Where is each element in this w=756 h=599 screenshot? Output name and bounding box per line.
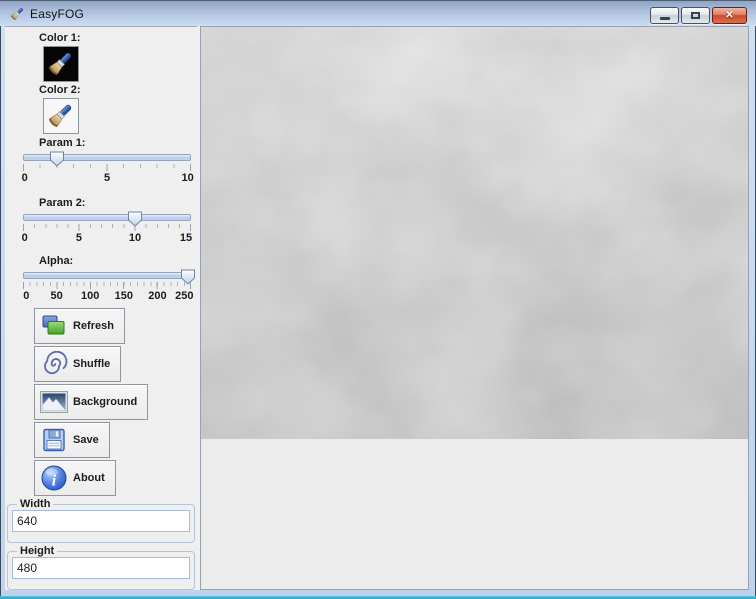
param2-slider[interactable]: 0 5 10 15 bbox=[23, 211, 191, 241]
background-icon bbox=[40, 391, 68, 413]
alpha-label: Alpha: bbox=[39, 255, 197, 268]
refresh-button[interactable]: Refresh bbox=[34, 308, 125, 344]
about-icon: i bbox=[40, 464, 68, 492]
color2-label: Color 2: bbox=[39, 84, 197, 97]
tick-label: 0 bbox=[22, 172, 28, 184]
app-brush-icon bbox=[9, 6, 25, 22]
maximize-icon bbox=[691, 12, 700, 19]
height-input[interactable] bbox=[12, 557, 190, 579]
tick-label: 0 bbox=[23, 290, 29, 302]
save-icon bbox=[40, 427, 68, 453]
save-button[interactable]: Save bbox=[34, 422, 110, 458]
shuffle-button-label: Shuffle bbox=[73, 358, 110, 370]
background-button-label: Background bbox=[73, 396, 137, 408]
shuffle-icon bbox=[40, 351, 68, 377]
alpha-slider[interactable]: 0 50 100 150 200 250 bbox=[23, 269, 191, 299]
param1-label: Param 1: bbox=[39, 137, 197, 150]
fog-image bbox=[201, 27, 748, 439]
refresh-button-label: Refresh bbox=[73, 320, 114, 332]
color1-label: Color 1: bbox=[39, 32, 197, 45]
preview-area bbox=[200, 26, 749, 590]
easyfog-window: EasyFOG ✕ Color 1: Color bbox=[0, 0, 756, 599]
tick-label: 200 bbox=[148, 290, 166, 302]
tick-label: 100 bbox=[81, 290, 99, 302]
slider-track[interactable] bbox=[23, 272, 191, 279]
tick-label: 0 bbox=[22, 232, 28, 244]
save-button-label: Save bbox=[73, 434, 99, 446]
tick-label: 10 bbox=[129, 232, 141, 244]
slider-track[interactable] bbox=[23, 214, 191, 221]
tick-label: 10 bbox=[182, 172, 194, 184]
height-group-title: Height bbox=[17, 545, 57, 557]
param2-label: Param 2: bbox=[39, 197, 197, 210]
color2-button[interactable] bbox=[43, 98, 79, 134]
shuffle-button[interactable]: Shuffle bbox=[34, 346, 121, 382]
height-group: Height bbox=[7, 545, 195, 590]
close-icon: ✕ bbox=[725, 11, 733, 21]
slider-thumb[interactable] bbox=[128, 211, 143, 227]
window-content: Color 1: Color 2: bbox=[5, 26, 749, 590]
width-group-title: Width bbox=[17, 498, 53, 510]
tick-label: 5 bbox=[104, 172, 110, 184]
refresh-icon bbox=[40, 313, 68, 339]
tick-label: 5 bbox=[76, 232, 82, 244]
tick-label: 15 bbox=[180, 232, 192, 244]
titlebar[interactable]: EasyFOG ✕ bbox=[0, 0, 756, 26]
slider-thumb[interactable] bbox=[49, 151, 64, 167]
sidebar: Color 1: Color 2: bbox=[5, 26, 197, 590]
window-controls: ✕ bbox=[650, 7, 747, 24]
about-button-label: About bbox=[73, 472, 105, 484]
tick-label: 150 bbox=[115, 290, 133, 302]
background-button[interactable]: Background bbox=[34, 384, 148, 420]
width-input[interactable] bbox=[12, 510, 190, 532]
paintbrush-icon bbox=[45, 49, 75, 79]
paintbrush-icon bbox=[45, 101, 75, 131]
close-button[interactable]: ✕ bbox=[712, 7, 747, 24]
svg-text:i: i bbox=[52, 473, 57, 490]
tick-label: 50 bbox=[50, 290, 62, 302]
slider-thumb[interactable] bbox=[180, 269, 195, 285]
color1-button[interactable] bbox=[43, 46, 79, 82]
width-group: Width bbox=[7, 498, 195, 543]
param1-slider[interactable]: 0 5 10 bbox=[23, 151, 191, 181]
minimize-button[interactable] bbox=[650, 7, 679, 24]
maximize-button[interactable] bbox=[681, 7, 710, 24]
about-button[interactable]: i About bbox=[34, 460, 116, 496]
tick-label: 250 bbox=[175, 290, 193, 302]
minimize-icon bbox=[660, 17, 670, 20]
window-title: EasyFOG bbox=[30, 7, 84, 21]
